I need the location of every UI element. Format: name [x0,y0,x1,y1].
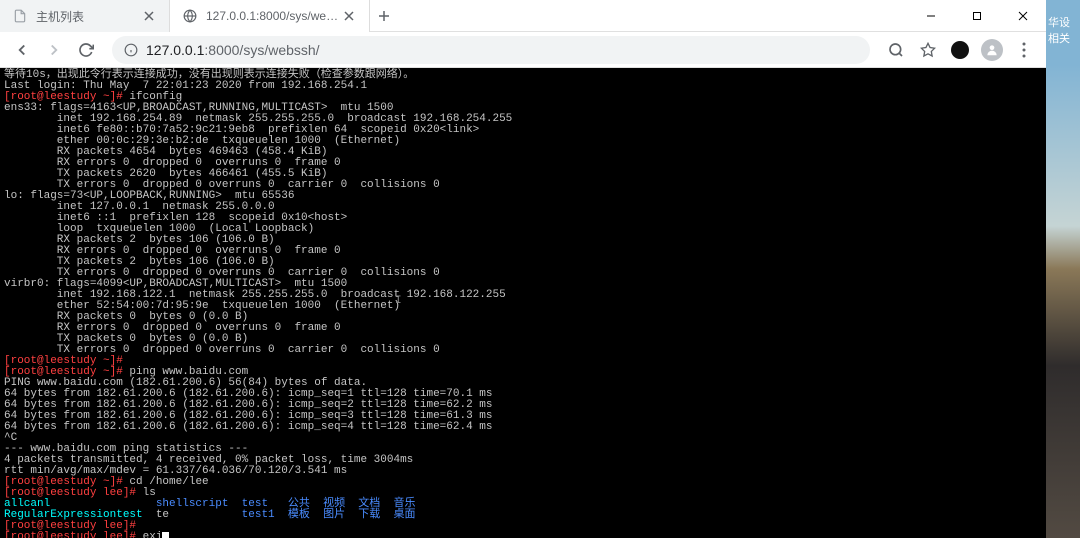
close-window-button[interactable] [1000,0,1046,32]
close-icon[interactable] [141,8,157,24]
forward-button[interactable] [40,36,68,64]
info-icon[interactable] [124,43,138,57]
tab-title: 127.0.0.1:8000/sys/webssh/ [206,9,341,23]
toolbar: 127.0.0.1:8000/sys/webssh/ [0,32,1046,68]
profile-button[interactable] [978,36,1006,64]
terminal-line: TX errors 0 dropped 0 overruns 0 carrier… [4,345,1042,356]
right-panel-label: 华设相关 [1048,14,1080,46]
tab-strip: 主机列表 127.0.0.1:8000/sys/webssh/ [0,0,908,31]
maximize-button[interactable] [954,0,1000,32]
terminal-cursor [162,532,169,538]
search-icon[interactable] [882,36,910,64]
extension-avatar[interactable] [946,36,974,64]
url-text: 127.0.0.1:8000/sys/webssh/ [146,42,858,58]
ls-output-row: RegularExpressiontest te test1 模板 图片 下载 … [4,510,1042,521]
window-controls [908,0,1046,31]
tab-webssh[interactable]: 127.0.0.1:8000/sys/webssh/ [170,0,370,32]
address-bar[interactable]: 127.0.0.1:8000/sys/webssh/ [112,36,870,64]
bookmark-icon[interactable] [914,36,942,64]
terminal-output[interactable]: 等待10s，出现此令行表示连接成功，没有出现则表示连接失败（检查参数跟网络）。L… [0,68,1046,538]
new-tab-button[interactable] [370,0,398,31]
blank-page-icon [12,8,28,24]
globe-icon [182,8,198,24]
tab-hosts[interactable]: 主机列表 [0,0,170,32]
titlebar: 主机列表 127.0.0.1:8000/sys/webssh/ [0,0,1046,32]
reload-button[interactable] [72,36,100,64]
menu-button[interactable] [1010,36,1038,64]
desktop-right-strip: 华设相关 [1046,0,1080,538]
back-button[interactable] [8,36,36,64]
terminal-prompt-line: [root@leestudy lee]# exi [4,532,1042,538]
close-icon[interactable] [341,8,357,24]
minimize-button[interactable] [908,0,954,32]
terminal-line: 64 bytes from 182.61.200.6 (182.61.200.6… [4,422,1042,433]
tab-title: 主机列表 [36,8,141,25]
text-caret-icon: I [395,296,396,310]
terminal-prompt-line: [root@leestudy ~]# cd /home/lee [4,477,1042,488]
